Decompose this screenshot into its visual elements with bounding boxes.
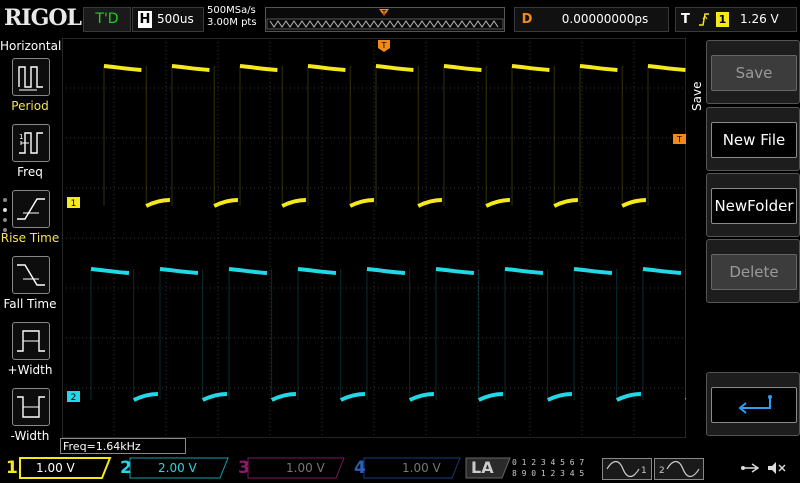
generator-1-button[interactable]: 1: [602, 458, 652, 480]
trigger-level-marker: T: [673, 134, 686, 144]
speaker-mute-icon[interactable]: [766, 460, 788, 476]
horizontal-measure-menu: Horizontal Period 1 Freq Rise Time Fall …: [0, 38, 60, 456]
timebase-box[interactable]: H 500us: [132, 7, 204, 32]
memory-overview[interactable]: T: [265, 7, 505, 32]
menu-page-dots: [2, 196, 8, 236]
trigger-box[interactable]: T 1 1.26 V: [675, 7, 797, 32]
return-icon: [711, 387, 797, 423]
channel-3-number[interactable]: 3: [238, 456, 250, 480]
menu-item-positive-width[interactable]: +Width: [0, 322, 60, 386]
channel-bar: 1 1.00 V 2 2.00 V 3 1.00 V 4 1.00 V LA 0…: [0, 456, 800, 480]
menu-label: Rise Time: [0, 230, 60, 246]
menu-item-fall-time[interactable]: Fall Time: [0, 256, 60, 320]
delay-label: D: [520, 11, 534, 28]
rigol-logo: RIGOL: [4, 4, 78, 32]
channel-3-scale[interactable]: 1.00 V: [286, 458, 336, 478]
menu-item-period[interactable]: Period: [0, 58, 60, 122]
channel-4-number[interactable]: 4: [354, 456, 366, 480]
logic-analyzer-label[interactable]: LA: [471, 456, 494, 480]
menu-label: Fall Time: [0, 296, 60, 312]
channel-4-scale[interactable]: 1.00 V: [402, 458, 452, 478]
return-button[interactable]: [706, 372, 800, 436]
channel-2-marker: 2: [67, 391, 80, 403]
delete-button-label: Delete: [711, 254, 797, 290]
channel-2-scale[interactable]: 2.00 V: [158, 458, 218, 478]
svg-text:1: 1: [71, 199, 77, 209]
delay-box[interactable]: D 0.00000000ps: [514, 7, 669, 32]
channel-1-number[interactable]: 1: [6, 456, 18, 480]
menu-title: Horizontal: [0, 38, 60, 54]
rising-edge-icon: [698, 11, 710, 28]
svg-text:T: T: [381, 41, 387, 50]
new-folder-button[interactable]: NewFolder: [706, 173, 800, 237]
fall-time-icon: [12, 256, 50, 294]
save-button[interactable]: Save: [706, 40, 800, 104]
negative-width-icon: [12, 388, 50, 426]
channel-1-scale[interactable]: 1.00 V: [36, 458, 96, 478]
menu-item-negative-width[interactable]: -Width: [0, 388, 60, 452]
trigger-status-badge[interactable]: T'D: [83, 7, 131, 32]
delay-value: 0.00000000ps: [545, 8, 665, 31]
menu-label: Period: [0, 98, 60, 114]
la-digits-bottom: 8 9 0 1 2 3 4 5: [512, 468, 596, 479]
svg-text:1: 1: [19, 133, 23, 141]
menu-label: -Width: [0, 428, 60, 444]
menu-item-freq[interactable]: 1 Freq: [0, 124, 60, 188]
frequency-measurement: Freq=1.64kHz: [60, 438, 186, 454]
svg-text:T: T: [676, 135, 682, 144]
menu-item-rise-time[interactable]: Rise Time: [0, 190, 60, 254]
freq-icon: 1: [12, 124, 50, 162]
horizontal-label: H: [138, 11, 152, 28]
save-button-label: Save: [711, 55, 797, 91]
menu-title: Save: [690, 66, 704, 126]
menu-label: Freq: [0, 164, 60, 180]
trigger-level: 1.26 V: [740, 8, 794, 31]
trigger-source-badge: 1: [716, 12, 729, 27]
generator-2-button[interactable]: 2: [654, 458, 704, 480]
memory-depth: 3.00M pts: [207, 17, 263, 29]
memory-trigger-marker: T: [381, 9, 387, 17]
generator-1-number: 1: [641, 466, 647, 476]
sample-rate: 500MSa/s: [207, 5, 263, 17]
top-status-bar: RIGOL T'D H 500us 500MSa/s 3.00M pts T D…: [0, 0, 800, 38]
new-file-button[interactable]: New File: [706, 107, 800, 171]
generator-2-number: 2: [659, 466, 665, 476]
delete-button[interactable]: Delete: [706, 239, 800, 303]
timebase-value: 500us: [157, 8, 201, 31]
channel-1-marker: 1: [67, 197, 80, 209]
trigger-label: T: [681, 11, 693, 28]
memory-overview-waveform: T: [266, 8, 504, 31]
menu-label: +Width: [0, 362, 60, 378]
rise-time-icon: [12, 190, 50, 228]
period-icon: [12, 58, 50, 96]
svg-text:2: 2: [71, 393, 77, 403]
save-menu: Save Save New File NewFolder Delete: [688, 38, 800, 440]
new-folder-button-label: NewFolder: [711, 188, 797, 224]
waveform-display[interactable]: 1 2 T T: [62, 38, 686, 438]
channel-2-number[interactable]: 2: [120, 456, 132, 480]
new-file-button-label: New File: [711, 122, 797, 158]
la-digits-top: 0 1 2 3 4 5 6 7: [512, 457, 596, 468]
positive-width-icon: [12, 322, 50, 360]
usb-icon: [740, 460, 762, 476]
